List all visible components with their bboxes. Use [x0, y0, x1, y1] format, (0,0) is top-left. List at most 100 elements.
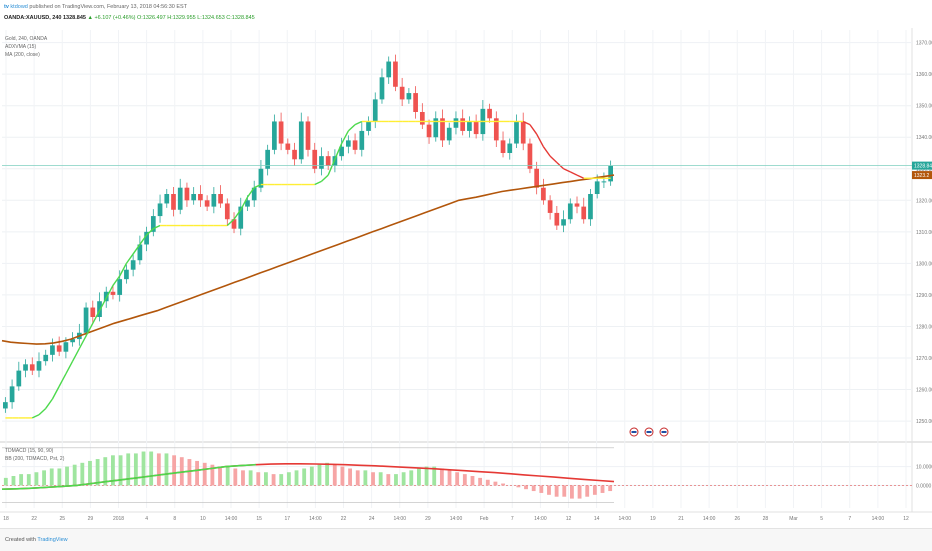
- candle-body: [305, 121, 311, 150]
- x-tick-label: 15: [256, 516, 262, 522]
- y-tick-label: 1300.00: [916, 261, 932, 267]
- x-tick-label: 24: [369, 516, 375, 522]
- candle-body: [554, 212, 560, 226]
- candle-body: [507, 143, 513, 153]
- x-tick-label: 22: [341, 516, 347, 522]
- last-price-badge-label: 1328.845: [914, 164, 932, 170]
- x-tick-label: 29: [425, 516, 431, 522]
- y-tick-label: 1370.00: [916, 41, 932, 47]
- tradingview-link[interactable]: TradingView: [37, 537, 67, 543]
- x-tick-label: 29: [88, 516, 94, 522]
- y-tick-label-lower: 0.0000: [916, 483, 932, 489]
- candle-body: [9, 386, 15, 403]
- footer-bar: Created with TradingView: [0, 528, 932, 551]
- candle-body: [124, 269, 129, 280]
- event-flag-icon: [631, 431, 637, 433]
- x-tick-label: 14: [594, 516, 600, 522]
- x-tick-label: 17: [284, 516, 290, 522]
- candle-body: [413, 93, 418, 112]
- x-tick-label: 8: [173, 516, 176, 522]
- candle-body: [319, 156, 324, 169]
- x-tick-label: 25: [59, 516, 65, 522]
- candle-body: [117, 279, 123, 295]
- candle-body: [63, 342, 69, 352]
- low-value: L:1324.653: [197, 15, 225, 21]
- x-tick-label: 7: [848, 516, 851, 522]
- candle-body: [372, 99, 378, 122]
- candle-body: [386, 61, 392, 78]
- candle-body: [23, 364, 28, 371]
- candle-body: [547, 200, 553, 213]
- lower-legend-item: BB (200, TDMACD, Pst, 2): [5, 456, 65, 462]
- candle-body: [204, 200, 210, 207]
- candle-body: [43, 354, 49, 362]
- quote-line: OANDA:XAUUSD, 240 1328.845 ▲ +6.107 (+0.…: [4, 15, 255, 21]
- published-text: published on TradingView.com, February 1…: [29, 4, 188, 10]
- y-tick-label: 1320.00: [916, 198, 932, 204]
- candle-body: [446, 127, 452, 141]
- x-tick-label: 4: [145, 516, 148, 522]
- candle-body: [3, 402, 8, 409]
- candle-body: [50, 345, 55, 355]
- candle-body: [487, 108, 492, 119]
- candle-body: [211, 194, 217, 207]
- chart-background: [0, 28, 932, 528]
- candle-body: [379, 77, 385, 100]
- x-tick-label: 14:00: [393, 516, 406, 522]
- candle-body: [110, 291, 116, 295]
- ma-price-badge-label: 1323.2: [914, 173, 930, 179]
- price-chart[interactable]: 1370.001360.001350.001340.001330.001320.…: [0, 28, 932, 528]
- candle-body: [90, 307, 96, 317]
- x-tick-label: 14:00: [534, 516, 547, 522]
- candle-body: [520, 121, 526, 144]
- author-link[interactable]: ktdowd: [10, 4, 27, 10]
- event-flag-icon: [646, 431, 652, 433]
- candle-body: [366, 121, 371, 131]
- y-tick-label: 1290.00: [916, 293, 932, 299]
- candle-body: [325, 156, 331, 166]
- candle-body: [561, 219, 566, 226]
- candle-body: [272, 121, 277, 150]
- x-tick-label: 7: [511, 516, 514, 522]
- candle-body: [83, 307, 89, 333]
- y-tick-label: 1260.00: [916, 388, 932, 394]
- tradingview-logo-icon[interactable]: tv: [4, 4, 9, 10]
- candle-body: [460, 118, 466, 131]
- candle-body: [164, 194, 170, 204]
- created-text: Created with: [5, 537, 36, 543]
- candle-body: [500, 140, 506, 153]
- candle-body: [514, 121, 519, 144]
- candle-body: [130, 260, 136, 270]
- candle-body: [345, 140, 351, 147]
- x-tick-label: 28: [763, 516, 769, 522]
- x-tick-label: 12: [903, 516, 909, 522]
- publication-line: tv ktdowd published on TradingView.com, …: [4, 4, 187, 10]
- event-flag-icon: [661, 431, 667, 433]
- candle-body: [534, 168, 540, 188]
- candle-body: [393, 61, 398, 87]
- candle-body: [453, 118, 459, 128]
- candle-body: [581, 206, 587, 220]
- y-tick-label: 1270.00: [916, 356, 932, 362]
- candle-body: [285, 143, 291, 150]
- x-tick-label: 14:00: [225, 516, 238, 522]
- candle-body: [406, 93, 412, 100]
- candle-body: [541, 187, 546, 201]
- candle-body: [426, 124, 432, 138]
- x-tick-label: 10: [200, 516, 206, 522]
- y-tick-label: 1310.00: [916, 230, 932, 236]
- candle-body: [29, 364, 35, 371]
- candle-body: [588, 194, 593, 220]
- candle-body: [399, 86, 405, 100]
- candle-body: [56, 345, 62, 352]
- lower-legend-item: TDMACD (15, 90, 90): [5, 448, 54, 454]
- x-tick-label: 21: [678, 516, 684, 522]
- x-tick-label: 14:00: [872, 516, 885, 522]
- price-change: ▲ +6.107 (+0.46%): [87, 15, 136, 21]
- candle-body: [36, 361, 42, 371]
- header-bar: tv ktdowd published on TradingView.com, …: [0, 0, 932, 29]
- chart-legend-item: ADXVMA (15): [5, 44, 36, 50]
- x-tick-label: 22: [31, 516, 37, 522]
- candle-body: [594, 181, 600, 194]
- y-tick-label-lower: 10.0000: [916, 465, 932, 471]
